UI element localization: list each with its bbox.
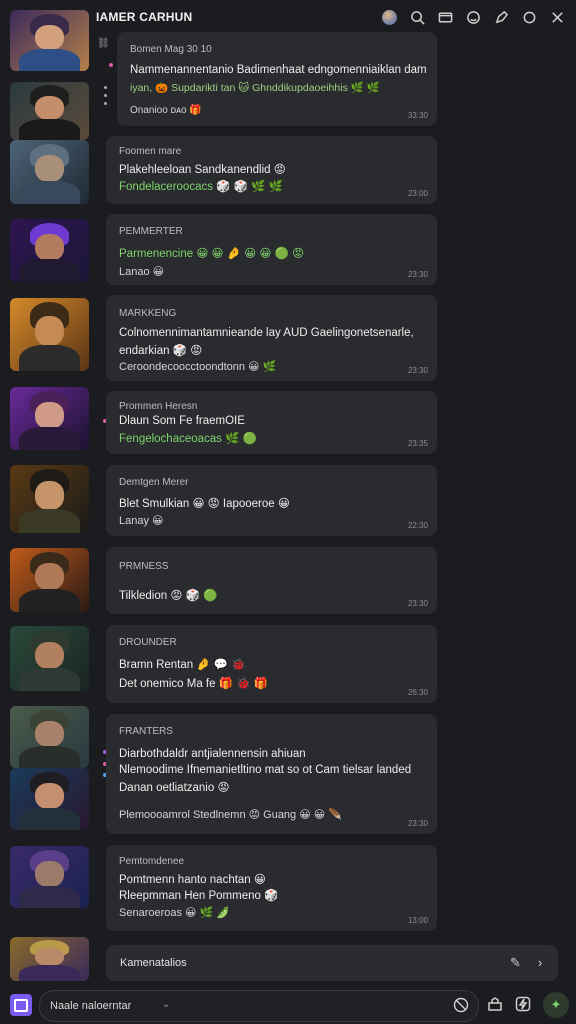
indicator-dot <box>104 94 107 97</box>
message-card[interactable]: PRMNESS Tilkledion 😡 🎲 🟢 23:30 <box>106 547 437 614</box>
message-time: 33:30 <box>407 111 428 120</box>
message-line: Bramn Rentan 🤌 💬 🐞 <box>119 659 246 671</box>
avatar[interactable] <box>10 706 89 768</box>
message-header: DROUNDER <box>119 637 177 648</box>
send-icon: ✦ <box>550 997 562 1012</box>
message-header: Demtgen Merer <box>119 477 189 488</box>
thread-link-icon[interactable]: ⛓ <box>97 38 110 49</box>
message-line: Plakehleeloan Sandkanendlid 😡 <box>119 164 286 176</box>
message-line: Det onemico Ma fe 🎁 🐞 🎁 <box>119 678 269 690</box>
message-line: endarkian 🎲 😡 <box>119 345 203 357</box>
avatar[interactable] <box>10 298 89 371</box>
message-time: 23:30 <box>407 819 428 828</box>
message-line: Parmenencine 😀 😀 🤌 😀 😀 🟢 😡 <box>119 248 305 260</box>
send-button[interactable]: ✦ <box>543 992 569 1018</box>
message-line: Blet Smulkian 😀 😡 Iapooeroe 😀 <box>119 498 290 510</box>
last-thread-item[interactable]: Kamenatalios ✎ › <box>106 945 558 981</box>
message-card[interactable]: DROUNDER Bramn Rentan 🤌 💬 🐞 Det onemico … <box>106 625 437 703</box>
message-card[interactable]: FRANTERS Diarbothdaldr antjialennensin a… <box>106 714 437 834</box>
message-line: Nlemoodime Ifnemanietltino mat so ot Cam… <box>119 764 412 776</box>
avatar[interactable] <box>10 937 89 981</box>
trash-icon <box>14 998 28 1012</box>
message-input[interactable]: Naale naloerntar ⌄ <box>39 990 479 1022</box>
message-header: PRMNESS <box>119 561 169 572</box>
message-line: Pomtmenn hanto nachtan 😀 <box>119 874 266 886</box>
message-footer: Ceroondecoocctoondtonn 😀 🌿 <box>119 361 277 373</box>
message-line: Rleepmman Hen Pommeno 🎲 <box>119 890 279 902</box>
message-header: Pemtomdenee <box>119 856 185 867</box>
message-footer: Senaroeroas 😀 🌿 🫛 <box>119 907 231 919</box>
message-time: 23:30 <box>407 270 428 279</box>
message-header: MARKKENG <box>119 308 177 319</box>
message-header: FRANTERS <box>119 726 173 737</box>
message-input-placeholder: Naale naloerntar <box>50 1000 132 1012</box>
avatar[interactable] <box>10 82 89 140</box>
message-header: Bomen Mag 30 10 <box>130 44 212 55</box>
message-header: Prommen Heresn <box>119 401 198 412</box>
top-toolbar <box>378 7 568 27</box>
avatar[interactable] <box>10 387 89 450</box>
message-time: 22:30 <box>407 521 428 530</box>
message-line: Lanay 😀 <box>119 515 164 527</box>
status-icon[interactable] <box>518 7 540 27</box>
message-line: Fondelaceroocacs 🎲 🎲 🌿 🌿 <box>119 181 284 193</box>
screen-icon[interactable] <box>434 7 456 27</box>
message-line: Diarbothdaldr antjialennensin ahiuan <box>119 748 306 760</box>
gift-icon[interactable] <box>486 995 506 1015</box>
avatar[interactable] <box>10 465 89 533</box>
attach-button[interactable] <box>10 994 32 1016</box>
message-line: Danan oetliatzanio 😡 <box>119 782 230 794</box>
message-time: 23:30 <box>407 366 428 375</box>
message-footer: Onanioo ᴅᴀᴏ 🎁 <box>130 105 202 116</box>
message-card[interactable]: Foomen mare Plakehleeloan Sandkanendlid … <box>106 136 437 204</box>
bolt-icon[interactable] <box>514 995 534 1015</box>
message-card[interactable]: PEMMERTER Parmenencine 😀 😀 🤌 😀 😀 🟢 😡 Lan… <box>106 214 437 285</box>
search-icon[interactable] <box>406 7 428 27</box>
avatar[interactable] <box>10 768 89 830</box>
message-time: 26:30 <box>407 688 428 697</box>
chevron-right-icon[interactable]: › <box>538 955 542 970</box>
message-time: 13:00 <box>407 916 428 925</box>
avatar[interactable] <box>10 219 89 282</box>
profile-avatar-icon[interactable] <box>378 7 400 27</box>
avatar[interactable] <box>10 626 89 691</box>
message-line: Lanao 😀 <box>119 266 165 278</box>
message-line: Nammenannentanio Badimenhaat edngomennia… <box>130 64 427 76</box>
avatar[interactable] <box>10 140 89 204</box>
indicator-dot <box>104 102 107 105</box>
edit-icon[interactable] <box>490 7 512 27</box>
message-line: Colnomennimantamnieande lay AUD Gaelingo… <box>119 327 414 339</box>
composer: Naale naloerntar ⌄ ✦ <box>0 988 576 1024</box>
message-footer: Plemoooamrol Stedlnemn 😡 Guang 😀 😀 🪶 <box>119 809 342 821</box>
message-header: PEMMERTER <box>119 226 183 237</box>
message-header: Foomen mare <box>119 146 182 157</box>
caret-icon: ⌄ <box>162 999 171 1010</box>
last-thread-label: Kamenatalios <box>120 957 187 969</box>
avatar[interactable] <box>10 548 89 612</box>
unread-dot <box>109 63 113 67</box>
message-card[interactable]: Prommen Heresn Dlaun Som Fe fraemOIE Fen… <box>106 391 437 454</box>
emoji-icon[interactable] <box>462 7 484 27</box>
message-card[interactable]: Bomen Mag 30 10 Nammenannentanio Badimen… <box>117 32 437 126</box>
message-card[interactable]: Pemtomdenee Pomtmenn hanto nachtan 😀 Rle… <box>106 845 437 931</box>
message-line: Dlaun Som Fe fraemOIE <box>119 415 245 427</box>
pencil-icon[interactable]: ✎ <box>510 955 521 971</box>
indicator-dot <box>104 86 107 89</box>
close-icon[interactable] <box>546 7 568 27</box>
avatar[interactable] <box>10 846 89 908</box>
app-title: IAMER CARHUN <box>96 10 193 24</box>
message-time: 23:35 <box>407 439 428 448</box>
message-time: 23:30 <box>407 599 428 608</box>
message-card[interactable]: MARKKENG Colnomennimantamnieande lay AUD… <box>106 295 437 381</box>
message-line: Tilkledion 😡 🎲 🟢 <box>119 590 218 602</box>
message-line: iyan, 🎃 Supdarikti tan 🐱 Ghnddikupdaoeih… <box>130 82 380 94</box>
message-time: 23:00 <box>407 189 428 198</box>
avatar[interactable] <box>10 10 89 71</box>
sticker-icon[interactable] <box>452 996 470 1014</box>
message-line: Fengelochaceoacas 🌿 🟢 <box>119 433 257 445</box>
message-card[interactable]: Demtgen Merer Blet Smulkian 😀 😡 Iapooero… <box>106 465 437 536</box>
